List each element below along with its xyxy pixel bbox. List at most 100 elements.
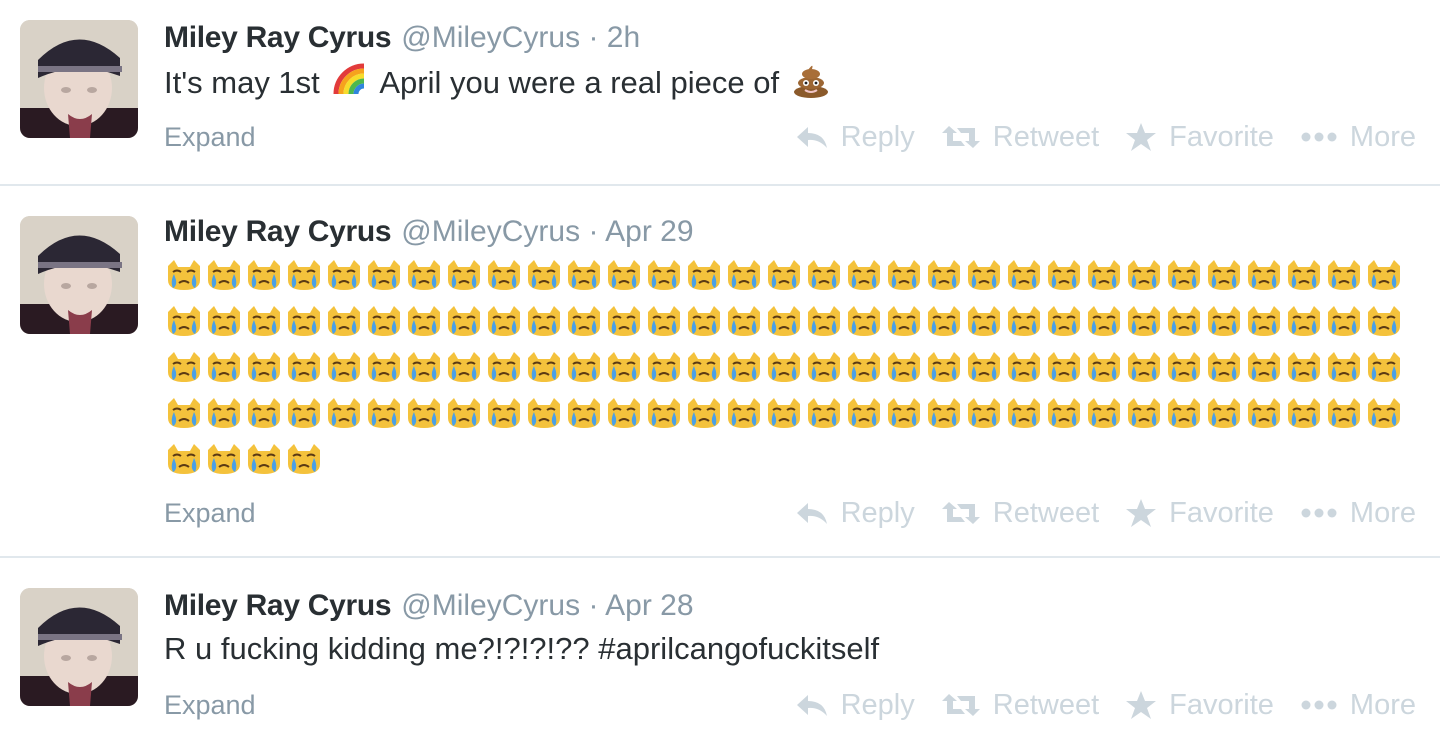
crying-cat-face-icon	[1008, 260, 1040, 290]
crying-cat-face-icon	[368, 352, 400, 382]
crying-cat-face-icon	[528, 352, 560, 382]
crying-cat-face-icon	[848, 398, 880, 428]
more-button[interactable]: More	[1300, 688, 1416, 722]
tweet-text-part: April you were a real piece of	[379, 65, 780, 100]
crying-cat-face-icon	[728, 260, 760, 290]
favorite-label: Favorite	[1169, 689, 1274, 721]
retweet-icon	[941, 126, 980, 148]
crying-cat-face-icon	[648, 306, 680, 336]
crying-cat-face-icon	[1288, 398, 1320, 428]
reply-button[interactable]: Reply	[795, 120, 915, 154]
avatar[interactable]	[20, 588, 138, 706]
display-name[interactable]: Miley Ray Cyrus	[164, 589, 392, 622]
separator-dot: ·	[588, 215, 599, 248]
star-icon	[1126, 123, 1157, 151]
favorite-button[interactable]: Favorite	[1125, 120, 1274, 154]
tweet[interactable]: Miley Ray Cyrus @MileyCyrus · Apr 28 R u …	[0, 558, 1440, 743]
crying-cat-face-icon	[808, 352, 840, 382]
crying-cat-face-icon	[248, 352, 280, 382]
username[interactable]: @MileyCyrus	[401, 21, 580, 54]
crying-cat-face-icon	[888, 398, 920, 428]
crying-cat-face-icon	[808, 398, 840, 428]
reply-button[interactable]: Reply	[795, 496, 915, 530]
timestamp[interactable]: Apr 28	[605, 589, 693, 622]
avatar[interactable]	[20, 216, 138, 334]
crying-cat-face-icon	[1208, 306, 1240, 336]
display-name[interactable]: Miley Ray Cyrus	[164, 21, 392, 54]
expand-link[interactable]: Expand	[164, 496, 256, 530]
ellipsis-icon	[1301, 508, 1337, 518]
crying-cat-face-icon	[1048, 352, 1080, 382]
crying-cat-face-icon	[248, 306, 280, 336]
crying-cat-face-icon	[1368, 398, 1400, 428]
reply-icon	[796, 695, 827, 716]
crying-cat-face-icon	[368, 260, 400, 290]
favorite-button[interactable]: Favorite	[1125, 688, 1274, 722]
crying-cat-face-icon	[928, 352, 960, 382]
crying-cat-face-icon	[968, 306, 1000, 336]
tweet-header: Miley Ray Cyrus @MileyCyrus · Apr 28	[164, 586, 694, 626]
retweet-button[interactable]: Retweet	[941, 688, 1099, 722]
crying-cat-face-icon	[528, 260, 560, 290]
reply-button[interactable]: Reply	[795, 688, 915, 722]
avatar[interactable]	[20, 20, 138, 138]
crying-cat-face-icon	[688, 260, 720, 290]
crying-cat-face-icon	[688, 352, 720, 382]
crying-cat-face-icon	[968, 398, 1000, 428]
separator-dot: ·	[588, 589, 599, 622]
tweet-header: Miley Ray Cyrus @MileyCyrus · Apr 29	[164, 212, 694, 252]
crying-cat-face-icon	[248, 260, 280, 290]
reply-label: Reply	[840, 121, 915, 153]
crying-cat-face-icon	[1088, 398, 1120, 428]
tweet[interactable]: Miley Ray Cyrus @MileyCyrus · Apr 29 Expa…	[0, 186, 1440, 556]
crying-cat-face-icon	[528, 306, 560, 336]
crying-cat-face-icon	[488, 352, 520, 382]
tweet-actions: Reply Retweet Favorite More	[769, 496, 1416, 530]
expand-link[interactable]: Expand	[164, 688, 256, 722]
hashtag-link[interactable]: #aprilcangofuckitself	[598, 631, 879, 666]
crying-cat-face-icon	[448, 260, 480, 290]
more-button[interactable]: More	[1300, 120, 1416, 154]
retweet-icon	[941, 694, 980, 716]
crying-cat-face-icon	[328, 260, 360, 290]
crying-cat-face-icon	[1328, 306, 1360, 336]
crying-cat-face-icon	[448, 352, 480, 382]
crying-cat-face-icon	[288, 306, 320, 336]
crying-cat-face-icon	[888, 352, 920, 382]
crying-cat-face-icon	[1048, 260, 1080, 290]
crying-cat-face-icon	[1088, 352, 1120, 382]
ellipsis-icon	[1301, 132, 1337, 142]
crying-cat-face-icon	[1248, 352, 1280, 382]
crying-cat-face-icon	[168, 398, 200, 428]
crying-cat-face-icon	[368, 398, 400, 428]
crying-cat-face-icon	[408, 398, 440, 428]
crying-cat-face-icon	[408, 260, 440, 290]
favorite-button[interactable]: Favorite	[1125, 496, 1274, 530]
timestamp[interactable]: Apr 29	[605, 215, 693, 248]
tweet[interactable]: Miley Ray Cyrus @MileyCyrus · 2h It's may…	[0, 0, 1440, 184]
username[interactable]: @MileyCyrus	[401, 589, 580, 622]
crying-cat-face-icon	[1088, 260, 1120, 290]
crying-cat-face-icon	[288, 260, 320, 290]
timestamp[interactable]: 2h	[607, 21, 640, 54]
crying-cat-face-icon	[208, 352, 240, 382]
more-button[interactable]: More	[1300, 496, 1416, 530]
crying-cat-face-icon	[1288, 352, 1320, 382]
tweet-actions: Reply Retweet Favorite More	[769, 120, 1416, 154]
username[interactable]: @MileyCyrus	[401, 215, 580, 248]
crying-cat-face-icon	[1128, 398, 1160, 428]
crying-cat-face-icon	[808, 306, 840, 336]
crying-cat-face-icon	[648, 260, 680, 290]
display-name[interactable]: Miley Ray Cyrus	[164, 215, 392, 248]
retweet-button[interactable]: Retweet	[941, 496, 1099, 530]
crying-cat-face-icon	[1328, 352, 1360, 382]
crying-cat-face-icon	[848, 352, 880, 382]
crying-cat-face-icon	[568, 352, 600, 382]
more-label: More	[1349, 497, 1416, 529]
crying-cat-face-icon	[1008, 398, 1040, 428]
retweet-button[interactable]: Retweet	[941, 120, 1099, 154]
crying-cat-face-icon	[608, 398, 640, 428]
crying-cat-face-icon	[168, 444, 200, 474]
crying-cat-face-icon	[1168, 352, 1200, 382]
expand-link[interactable]: Expand	[164, 120, 256, 154]
